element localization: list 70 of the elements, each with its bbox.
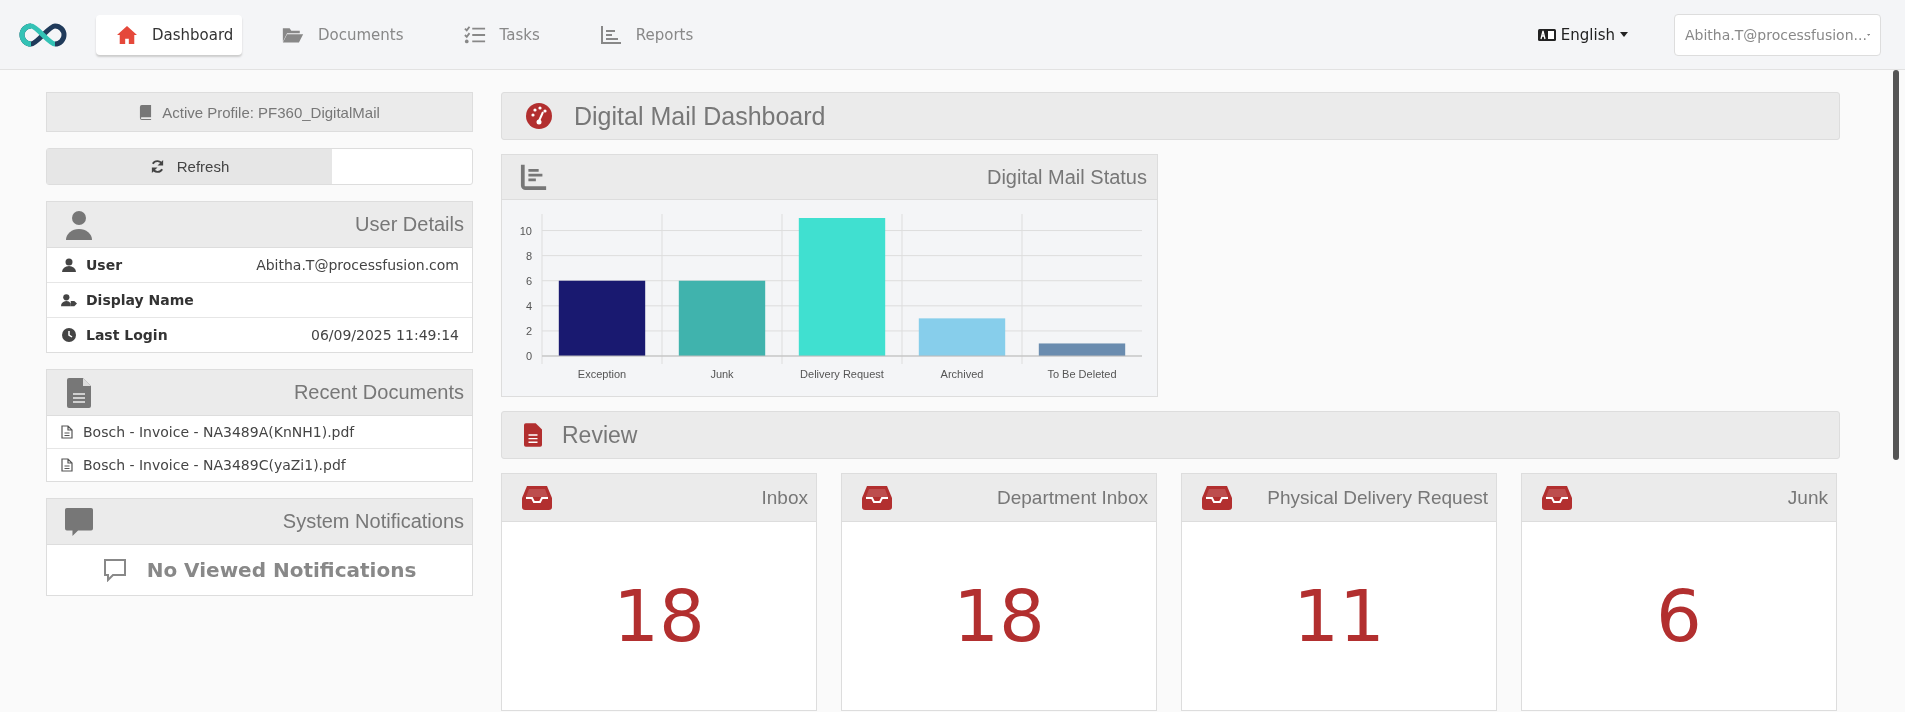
detail-label: User xyxy=(86,257,123,273)
caret-icon xyxy=(1620,32,1628,37)
panel-title: User Details xyxy=(355,213,464,236)
panel-title: System Notifications xyxy=(282,510,464,533)
axis-tick-label: 6 xyxy=(525,274,532,287)
card-title: Junk xyxy=(1787,486,1828,509)
count-value: 18 xyxy=(613,574,705,658)
inbox-tray-icon xyxy=(522,485,552,510)
document-icon xyxy=(65,377,93,408)
file-icon xyxy=(61,458,73,472)
axis-tick-label: 0 xyxy=(525,350,532,362)
category-label: Delivery Request xyxy=(800,368,884,380)
document-link[interactable]: Bosch - Invoice - NA3489C(yaZi1).pdf xyxy=(47,448,472,481)
speech-bubble-icon xyxy=(65,506,93,537)
axis-tick-label: 2 xyxy=(525,324,532,337)
language-icon xyxy=(1537,28,1556,41)
person-icon xyxy=(65,209,93,240)
count-card[interactable]: Junk 6 xyxy=(1521,473,1837,711)
card-title: Department Inbox xyxy=(996,486,1148,509)
axis-tick-label: 10 xyxy=(519,224,532,237)
clock-icon xyxy=(61,328,77,342)
nav-tab[interactable]: Tasks xyxy=(443,14,560,55)
count-value: 11 xyxy=(1293,574,1385,658)
count-card[interactable]: Department Inbox 18 xyxy=(841,473,1157,711)
document-link[interactable]: Bosch - Invoice - NA3489A(KnNH1).pdf xyxy=(47,416,472,448)
speech-bubble-icon xyxy=(102,558,127,582)
detail-value: Abitha.T@processfusion.com xyxy=(256,257,459,273)
language-dropdown[interactable]: English xyxy=(1531,24,1634,45)
count-value: 18 xyxy=(953,574,1045,658)
nav-tab[interactable]: Documents xyxy=(262,14,424,55)
nav-tab[interactable]: Reports xyxy=(579,14,714,55)
inbox-tray-icon xyxy=(862,485,892,510)
count-value: 6 xyxy=(1656,574,1702,658)
count-card[interactable]: Inbox 18 xyxy=(501,473,817,711)
page-title: Digital Mail Dashboard xyxy=(574,101,826,131)
bar-chart-icon xyxy=(520,162,548,192)
nav-tab[interactable]: Dashboard xyxy=(96,14,242,55)
empty-message: No Viewed Notifications xyxy=(146,558,417,582)
home-icon xyxy=(116,24,138,45)
person-tag-icon xyxy=(61,293,77,307)
refresh-button[interactable]: Refresh xyxy=(47,149,332,184)
section-title: Review xyxy=(562,421,638,449)
detail-label: Last Login xyxy=(86,327,168,343)
file-icon xyxy=(61,425,73,439)
document-icon xyxy=(524,423,542,447)
scrollbar[interactable] xyxy=(1893,70,1899,460)
panel-title: Digital Mail Status xyxy=(986,165,1147,189)
category-label: Exception xyxy=(577,368,627,380)
detail-value: 06/09/2025 11:49:14 xyxy=(310,327,459,343)
card-title: Inbox xyxy=(761,486,808,509)
detail-label: Display Name xyxy=(86,292,194,308)
category-label: Junk xyxy=(710,368,734,380)
count-card[interactable]: Physical Delivery Request 11 xyxy=(1181,473,1497,711)
refresh-icon xyxy=(149,159,165,174)
card-title: Physical Delivery Request xyxy=(1267,486,1488,509)
category-label: Archived xyxy=(940,368,984,380)
active-profile-text: Active Profile: PF360_DigitalMail xyxy=(162,103,380,121)
axis-tick-label: 4 xyxy=(525,299,532,312)
axis-tick-label: 8 xyxy=(525,249,532,262)
inbox-tray-icon xyxy=(1542,485,1572,510)
person-icon xyxy=(61,258,77,272)
category-label: To Be Deleted xyxy=(1047,368,1117,380)
checklist-icon xyxy=(463,24,486,45)
logo-icon xyxy=(18,21,68,48)
gauge-icon xyxy=(526,103,552,129)
user-select[interactable]: Abitha.T@processfusion... xyxy=(1674,13,1881,56)
panel-title: Recent Documents xyxy=(293,381,464,404)
bar-chart-icon xyxy=(599,24,622,45)
book-icon xyxy=(139,104,153,120)
inbox-tray-icon xyxy=(1202,485,1232,510)
